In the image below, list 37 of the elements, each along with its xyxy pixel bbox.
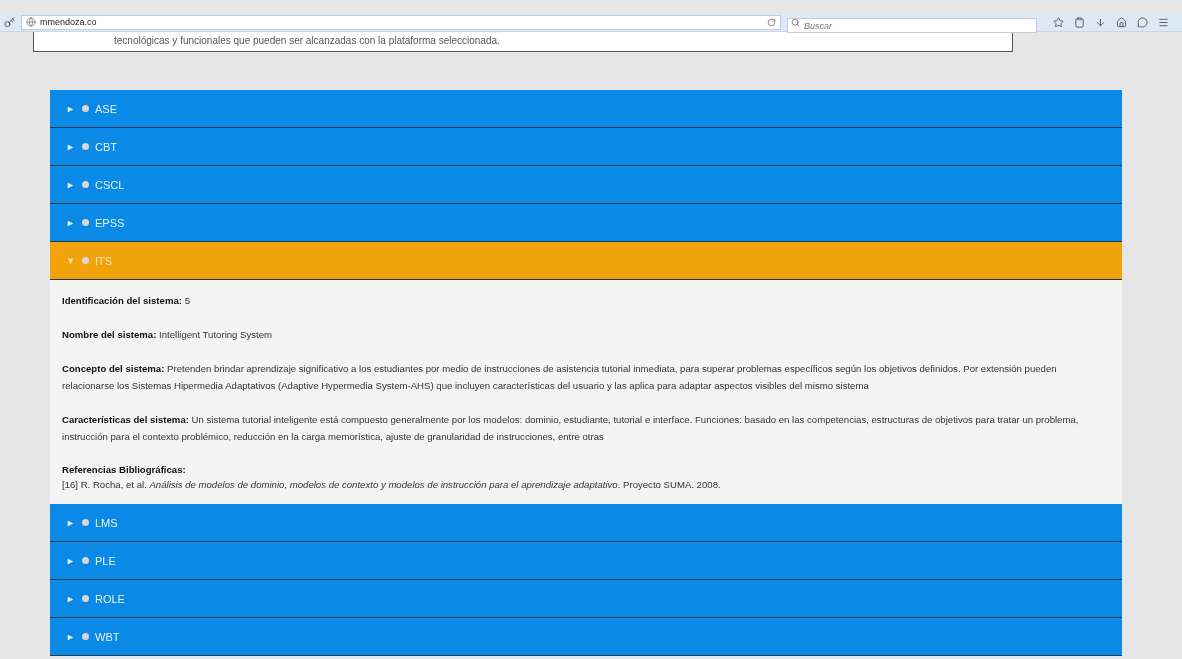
- arrow-icon: ►: [66, 593, 76, 604]
- accordion-header[interactable]: ► CSCL: [50, 166, 1122, 204]
- accordion-label: ITS: [95, 254, 113, 267]
- field-text: Identificación del sistema: 5: [62, 294, 191, 308]
- accordion-label: EPSS: [95, 216, 125, 229]
- arrow-icon: ►: [66, 103, 76, 114]
- accordion-label: WBT: [95, 630, 120, 643]
- accordion-header[interactable]: ► CBT: [50, 128, 1122, 166]
- accordion-label: CBT: [95, 140, 117, 153]
- accordion-header[interactable]: ► WBT: [50, 618, 1122, 656]
- accordion-label: PLE: [95, 554, 116, 567]
- address-bar[interactable]: mmendoza.co: [21, 14, 781, 30]
- arrow-icon: ►: [66, 517, 76, 528]
- arrow-icon: ►: [66, 217, 76, 228]
- accordion-header[interactable]: ► EPSS: [50, 204, 1122, 242]
- arrow-icon: ►: [66, 141, 76, 152]
- field-text: Nombre del sistema: Intelligent Tutoring System: [62, 328, 274, 342]
- intro-text: tecnológicas y funcionales que pueden ser alcanzadas con la plataforma seleccionada.: [114, 35, 500, 46]
- reference-text: [16] R. Rocha, et al. Análisis de modelos de dominio, modelos de contexto y modelos de instrucción para el aprendizaje adaptativo. Proyecto SUMA. 2008.: [62, 479, 721, 490]
- accordion-label: LMS: [95, 516, 118, 529]
- accordion-header[interactable]: ► ASE: [50, 90, 1122, 128]
- arrow-icon: ▼: [66, 255, 76, 266]
- accordion-header[interactable]: ▼ ITS: [50, 242, 1122, 280]
- search-field[interactable]: Buscar: [787, 18, 1037, 33]
- references-heading: Referencias Bibliográficas:: [62, 464, 186, 475]
- accordion-header[interactable]: ► PLE: [50, 542, 1122, 580]
- accordion-label: ASE: [95, 102, 117, 115]
- arrow-icon: ►: [66, 555, 76, 566]
- accordion-label: ROLE: [95, 592, 125, 605]
- accordion-header[interactable]: ► ROLE: [50, 580, 1122, 618]
- url-text: mmendoza.co: [40, 17, 98, 27]
- arrow-icon: ►: [66, 631, 76, 642]
- accordion-label: CSCL: [95, 178, 125, 191]
- accordion-header[interactable]: ► LMS: [50, 504, 1122, 542]
- arrow-icon: ►: [66, 179, 76, 190]
- field-text: Concepto del sistema: Pretenden brindar aprendizaje significativo a los estudiantes por medio de instrucciones de asistencia tutorial inmediata, para superar problemas específicos según los objetivos definidos. Por extensión pueden relacionarse los Sistemas Hipermedia Adaptativos (Adaptive Hypermedia System-AHS) que incluyen características del usuario y las aplica para adaptar aspectos visibles del mismo sistema: [62, 362, 1058, 393]
- field-text: Características del sistema: Un sistema tutorial inteligente está compuesto generalmente por los modelos: dominio, estudiante, tutorial e interface. Funciones: basado en las competencias, estructuras de objetivos para tratar un problema, instrucción para el contexto problémico, reducción en la carga memorística, ajuste de granularidad de instrucciones, entre otras: [62, 413, 1080, 444]
